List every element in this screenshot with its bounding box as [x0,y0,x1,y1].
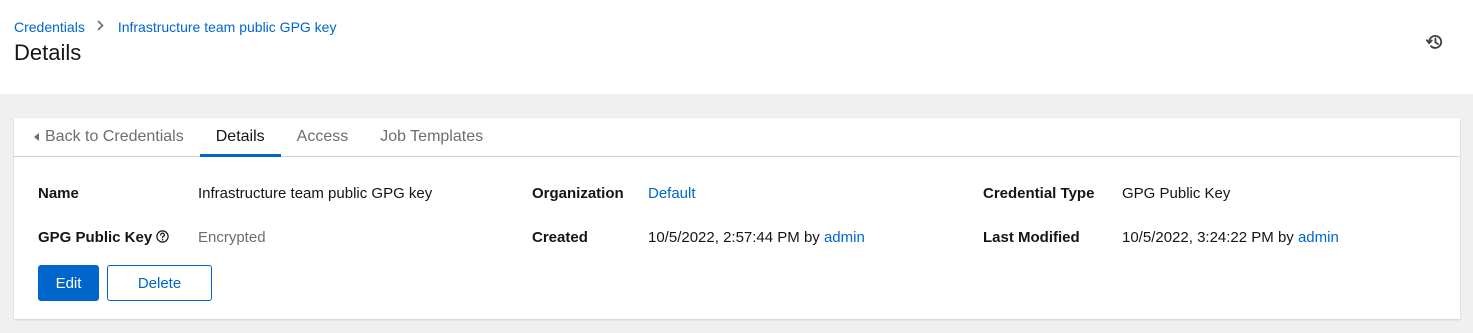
history-icon [1426,35,1443,49]
created-by-user-link[interactable]: admin [824,229,865,246]
created-by-text: by [803,229,820,246]
name-label: Name [38,185,79,202]
created-date: 10/5/2022, 2:57:44 PM [648,229,800,246]
details-card: Back to Credentials Details Access Job T… [14,118,1460,319]
gpg-public-key-value: Encrypted [198,229,266,246]
delete-button[interactable]: Delete [107,265,212,301]
breadcrumb-current-link[interactable]: Infrastructure team public GPG key [118,19,337,35]
credential-type-label: Credential Type [983,185,1095,202]
tab-back-to-credentials[interactable]: Back to Credentials [14,118,200,156]
tab-job-templates[interactable]: Job Templates [364,118,499,156]
tab-bar: Back to Credentials Details Access Job T… [14,118,1460,157]
organization-link[interactable]: Default [648,185,696,202]
angle-right-icon [97,20,104,34]
created-value: 10/5/2022, 2:57:44 PM by admin [648,229,865,246]
edit-button[interactable]: Edit [38,265,99,301]
last-modified-value: 10/5/2022, 3:24:22 PM by admin [1122,229,1339,246]
question-circle-icon[interactable] [156,230,169,247]
page-header: Credentials Infrastructure team public G… [0,0,1473,94]
tab-details[interactable]: Details [199,118,281,157]
last-modified-label: Last Modified [983,229,1080,246]
organization-label: Organization [532,185,624,202]
tab-label: Back to Credentials [45,128,184,145]
page-title: Details [14,40,82,65]
history-button[interactable] [1424,31,1446,53]
modified-by-user-link[interactable]: admin [1298,229,1339,246]
credential-type-value: GPG Public Key [1122,185,1231,202]
modified-by-text: by [1277,229,1294,246]
gpg-public-key-label: GPG Public Key [38,229,169,247]
created-label: Created [532,229,588,246]
caret-left-icon [34,133,39,141]
breadcrumb-credentials-link[interactable]: Credentials [14,19,85,35]
tab-label: Job Templates [380,128,484,145]
name-value: Infrastructure team public GPG key [198,185,433,202]
tab-label: Access [296,128,349,145]
modified-date: 10/5/2022, 3:24:22 PM [1122,229,1274,246]
tab-label: Details [215,128,265,145]
breadcrumb: Credentials Infrastructure team public G… [14,19,336,35]
tab-access[interactable]: Access [281,118,365,156]
gpg-public-key-label-text: GPG Public Key [38,229,153,246]
